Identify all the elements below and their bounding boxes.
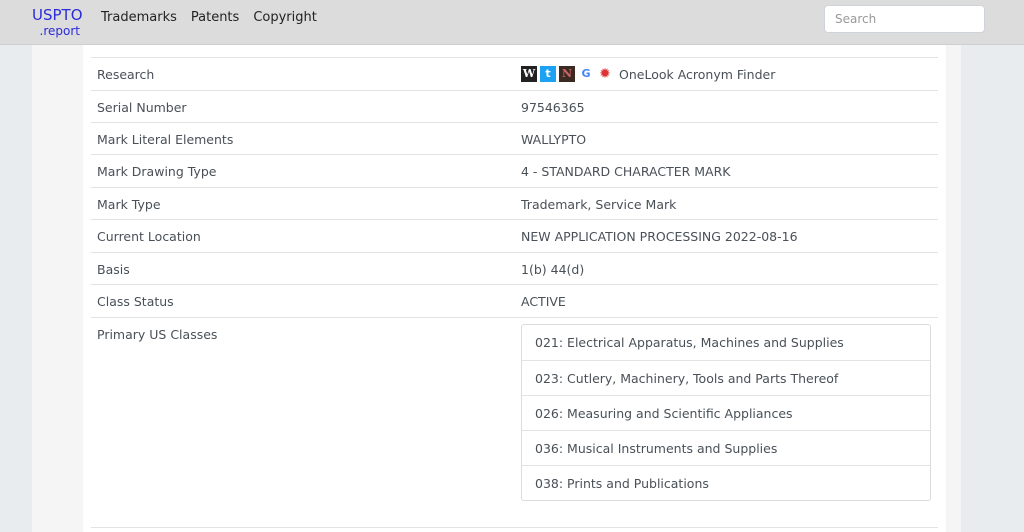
field-value: 1(b) 44(d) bbox=[521, 262, 585, 277]
list-item: 021: Electrical Apparatus, Machines and … bbox=[535, 335, 844, 350]
onelook-acronym-link[interactable]: OneLook Acronym Finder bbox=[619, 67, 775, 82]
research-links: W t N G ✹ OneLook Acronym Finder bbox=[521, 66, 775, 82]
field-value: ACTIVE bbox=[521, 294, 566, 309]
field-label: Mark Type bbox=[97, 197, 161, 212]
field-value: 4 - STANDARD CHARACTER MARK bbox=[521, 164, 731, 179]
research-label: Research bbox=[97, 67, 155, 82]
field-value: WALLYPTO bbox=[521, 132, 587, 147]
page-background: Research W t N G ✹ OneLook Acronym Finde… bbox=[32, 45, 961, 532]
nav-link-trademarks[interactable]: Trademarks bbox=[101, 10, 177, 25]
search-input[interactable] bbox=[824, 5, 985, 33]
notion-icon[interactable]: N bbox=[559, 66, 575, 82]
field-row-mark-literal-elements: Mark Literal Elements WALLYPTO bbox=[91, 122, 938, 155]
field-row-mark-type: Mark Type Trademark, Service Mark bbox=[91, 187, 938, 220]
brand-main: USPTO bbox=[32, 6, 83, 24]
list-item: 036: Musical Instruments and Supplies bbox=[522, 430, 930, 465]
list-item: 023: Cutlery, Machinery, Tools and Parts… bbox=[522, 360, 930, 395]
field-label: Mark Drawing Type bbox=[97, 164, 217, 179]
field-row-primary-us-classes: Primary US Classes 021: Electrical Appar… bbox=[91, 317, 938, 528]
nav-link-copyright[interactable]: Copyright bbox=[253, 10, 317, 25]
field-row-serial-number: Serial Number 97546365 bbox=[91, 90, 938, 123]
field-label: Primary US Classes bbox=[97, 327, 218, 342]
nav-links: Trademarks Patents Copyright bbox=[101, 10, 317, 25]
field-row-current-location: Current Location NEW APPLICATION PROCESS… bbox=[91, 219, 938, 253]
field-label: Current Location bbox=[97, 229, 201, 244]
list-item: 038: Prints and Publications bbox=[522, 465, 930, 500]
onelook-icon[interactable]: ✹ bbox=[597, 66, 613, 82]
twitter-icon[interactable]: t bbox=[540, 66, 556, 82]
field-value: 97546365 bbox=[521, 100, 585, 115]
brand-logo[interactable]: USPTO .report bbox=[32, 7, 84, 39]
research-row: Research W t N G ✹ OneLook Acronym Finde… bbox=[91, 57, 938, 91]
divider bbox=[91, 527, 938, 528]
google-translate-icon[interactable]: G bbox=[578, 66, 594, 82]
field-label: Mark Literal Elements bbox=[97, 132, 234, 147]
nav-link-patents[interactable]: Patents bbox=[191, 10, 239, 25]
field-label: Serial Number bbox=[97, 100, 187, 115]
wikipedia-icon[interactable]: W bbox=[521, 66, 537, 82]
field-label: Basis bbox=[97, 262, 130, 277]
field-label: Class Status bbox=[97, 294, 174, 309]
field-value: Trademark, Service Mark bbox=[521, 197, 677, 212]
navbar: USPTO .report Trademarks Patents Copyrig… bbox=[0, 0, 1024, 45]
field-row-mark-drawing-type: Mark Drawing Type 4 - STANDARD CHARACTER… bbox=[91, 154, 938, 188]
field-row-basis: Basis 1(b) 44(d) bbox=[91, 252, 938, 285]
field-value: NEW APPLICATION PROCESSING 2022-08-16 bbox=[521, 229, 798, 244]
trademark-details-card: Research W t N G ✹ OneLook Acronym Finde… bbox=[83, 45, 946, 532]
primary-classes-list: 021: Electrical Apparatus, Machines and … bbox=[521, 324, 931, 501]
field-row-class-status: Class Status ACTIVE bbox=[91, 284, 938, 318]
list-item: 026: Measuring and Scientific Appliances bbox=[522, 395, 930, 430]
brand-sub: .report bbox=[39, 24, 80, 38]
